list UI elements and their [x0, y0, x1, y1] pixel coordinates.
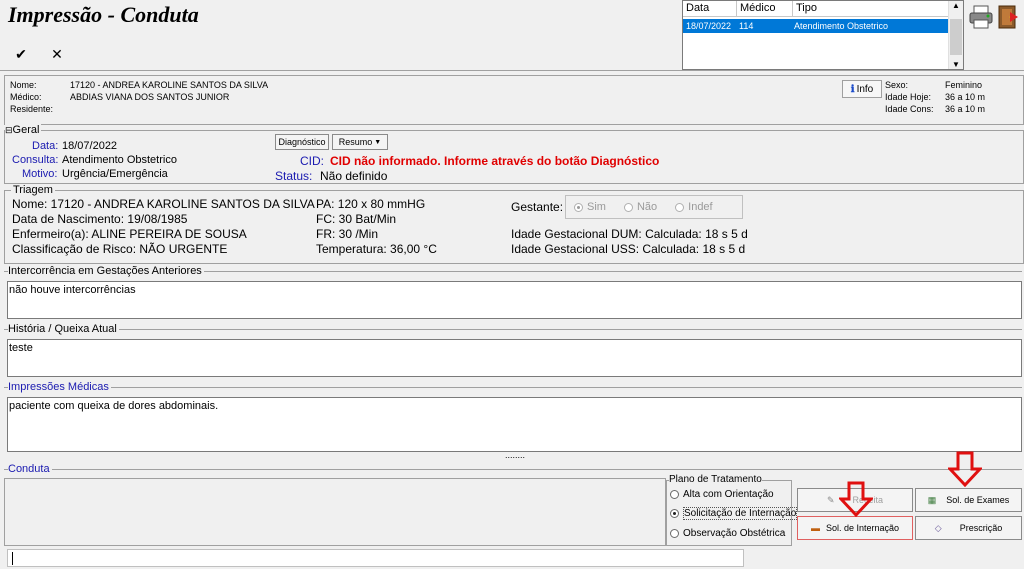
- pencil-icon: ✎: [826, 494, 835, 505]
- info-label: Info: [856, 83, 874, 95]
- row-data: 18/07/2022: [686, 21, 732, 31]
- sol-exames-label: Sol. de Exames: [946, 495, 1010, 505]
- geral-legend: ⊟Geral: [5, 124, 42, 136]
- pregnant-option-nao[interactable]: Não: [623, 201, 657, 213]
- conduta-panel: [4, 478, 666, 546]
- bed-icon: ▬: [810, 523, 820, 533]
- red-arrow-icon: [839, 481, 873, 517]
- row-tipo: Atendimento Obstetrico: [794, 21, 889, 31]
- check-icon: ✔: [15, 45, 27, 62]
- impressoes-divider: [4, 387, 1022, 388]
- doctor-name: ABDIAS VIANA DOS SANTOS JUNIOR: [70, 92, 230, 102]
- triagem-birthdate: Data de Nascimento: 19/08/1985: [12, 212, 188, 226]
- impressoes-textarea[interactable]: paciente com queixa de dores abdominais.: [7, 397, 1022, 452]
- pregnant-option-indef[interactable]: Indef: [675, 201, 713, 213]
- printer-button[interactable]: [968, 4, 996, 30]
- status-label: Status:: [275, 169, 313, 183]
- intercorrencia-textarea[interactable]: não houve intercorrências: [7, 281, 1022, 319]
- historia-legend: História / Queixa Atual: [8, 323, 119, 335]
- pregnant-radio-group[interactable]: Sim Não Indef: [565, 195, 743, 219]
- historia-textarea[interactable]: teste: [7, 339, 1022, 377]
- bottom-input[interactable]: [7, 549, 744, 567]
- treatment-plan-legend: Plano de Tratamento: [669, 474, 762, 485]
- chart-icon: ▦: [927, 494, 937, 505]
- header-divider: [0, 70, 1024, 71]
- reason-label: Motivo:: [22, 168, 58, 180]
- info-icon: ℹ: [850, 83, 855, 95]
- gestational-age-dum: Idade Gestacional DUM: Calculada: 18 s 5…: [511, 227, 748, 241]
- doctor-label: Médico:: [10, 92, 42, 102]
- patient-name-label: Nome:: [10, 80, 37, 90]
- printer-icon: [969, 5, 993, 29]
- sol-internacao-button[interactable]: ▬ Sol. de Internação: [797, 516, 913, 540]
- consultation-label: Consulta:: [12, 154, 59, 166]
- status-value: Não definido: [320, 169, 388, 183]
- scroll-up-icon[interactable]: ▲: [949, 1, 963, 10]
- patient-name: 17120 - ANDREA KAROLINE SANTOS DA SILVA: [70, 80, 269, 90]
- sex-label: Sexo:: [885, 80, 909, 90]
- column-header-data[interactable]: Data: [683, 1, 737, 16]
- pregnant-label: Gestante:: [511, 200, 564, 214]
- intercorrencia-legend: Intercorrência em Gestações Anteriores: [8, 265, 204, 277]
- sex-value: Feminino: [945, 80, 983, 90]
- conduta-legend: Conduta: [8, 463, 52, 475]
- cid-warning: CID não informado. Informe através do bo…: [330, 154, 660, 168]
- age-cons-value: 36 a 10 m: [945, 104, 986, 114]
- scroll-down-icon[interactable]: ▼: [949, 60, 963, 69]
- resident-label: Residente:: [10, 104, 54, 114]
- page-title: Impressão - Conduta: [8, 2, 199, 27]
- age-today-value: 36 a 10 m: [945, 92, 986, 102]
- sol-exames-button[interactable]: ▦ Sol. de Exames: [915, 488, 1022, 512]
- historia-divider: [4, 329, 1022, 330]
- plan-option-internacao[interactable]: Solicitação de Internação: [670, 507, 798, 520]
- scroll-thumb[interactable]: [950, 19, 962, 55]
- cancel-button[interactable]: ✕: [40, 40, 74, 68]
- text-cursor: [12, 552, 13, 565]
- notepad-icon: ◇: [934, 522, 942, 533]
- sol-internacao-label: Sol. de Internação: [825, 523, 900, 533]
- plan-option-alta[interactable]: Alta com Orientação: [670, 489, 774, 500]
- column-header-tipo[interactable]: Tipo: [793, 1, 949, 16]
- resumo-label: Resumo: [338, 137, 373, 147]
- info-button[interactable]: ℹ Info: [842, 80, 882, 98]
- age-today-label: Idade Hoje:: [885, 92, 932, 102]
- appointments-table[interactable]: Data Médico Tipo 18/07/2022 114 Atendime…: [682, 0, 964, 70]
- impressoes-legend: Impressões Médicas: [8, 381, 111, 393]
- respiratory-rate: FR: 30 /Min: [316, 227, 379, 241]
- age-cons-label: Idade Cons:: [885, 104, 934, 114]
- gestational-age-uss: Idade Gestacional USS: Calculada: 18 s 5…: [511, 242, 746, 256]
- triagem-legend: Triagem: [11, 184, 55, 196]
- prescricao-button[interactable]: ◇ Prescrição: [915, 516, 1022, 540]
- exit-button[interactable]: [996, 4, 1024, 30]
- triagem-nurse: Enfermeiro(a): ALINE PEREIRA DE SOUSA: [12, 227, 247, 241]
- splitter-handle[interactable]: ........: [505, 450, 525, 460]
- column-header-medico[interactable]: Médico: [737, 1, 793, 16]
- diagnostico-button[interactable]: Diagnóstico: [275, 134, 329, 150]
- date-value: 18/07/2022: [62, 140, 118, 152]
- heart-rate: FC: 30 Bat/Min: [316, 212, 397, 226]
- exit-door-icon: [998, 5, 1018, 29]
- row-medico: 114: [739, 21, 754, 31]
- pregnant-option-sim[interactable]: Sim: [574, 201, 606, 213]
- table-scrollbar[interactable]: ▲ ▼: [948, 1, 963, 69]
- confirm-button[interactable]: ✔: [4, 40, 38, 68]
- date-label: Data:: [32, 140, 59, 152]
- resumo-button[interactable]: Resumo ▼: [332, 134, 388, 150]
- close-icon: ✕: [51, 45, 63, 62]
- triagem-risk: Classificação de Risco: NÃO URGENTE: [12, 242, 228, 256]
- temperature: Temperatura: 36,00 °C: [316, 242, 437, 256]
- reason-value: Urgência/Emergência: [62, 168, 168, 180]
- conduta-divider: [4, 469, 1022, 470]
- plan-option-observacao[interactable]: Observação Obstétrica: [670, 528, 785, 539]
- prescricao-label: Prescrição: [959, 523, 1003, 533]
- table-row[interactable]: 18/07/2022 114 Atendimento Obstetrico: [683, 19, 949, 33]
- consultation-value: Atendimento Obstetrico: [62, 154, 177, 166]
- triagem-name: Nome: 17120 - ANDREA KAROLINE SANTOS DA …: [12, 197, 315, 211]
- cid-label: CID:: [300, 154, 324, 168]
- red-arrow-icon: [948, 451, 982, 487]
- chevron-down-icon: ▼: [374, 138, 382, 146]
- blood-pressure: PA: 120 x 80 mmHG: [316, 197, 426, 211]
